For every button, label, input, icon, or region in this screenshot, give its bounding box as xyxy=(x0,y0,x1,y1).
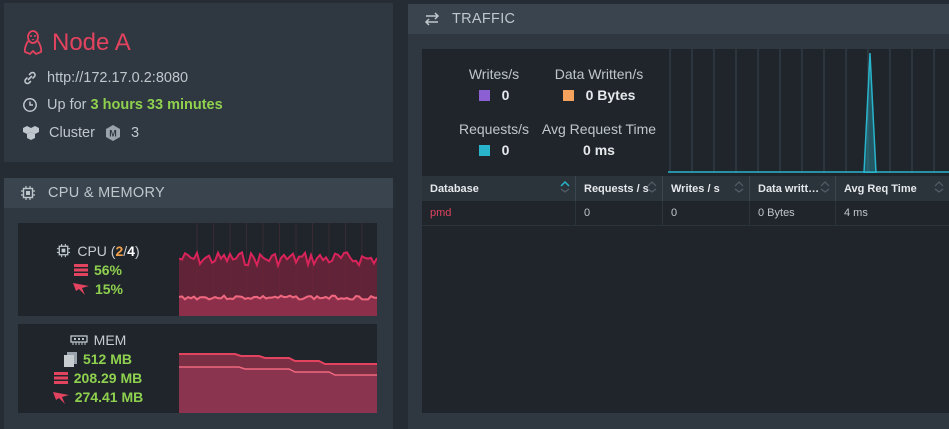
copy-files-icon xyxy=(63,351,77,367)
cpu-label-block: CPU (2/4) 56% 15% xyxy=(18,223,178,316)
traffic-panel: TRAFFIC Writes/s 0 Data Written/s 0 Byte… xyxy=(408,4,949,429)
col-data-written[interactable]: Data writt… xyxy=(750,176,836,201)
cpu-count-line: CPU (2/4) xyxy=(56,242,140,259)
uptime-prefix: Up for xyxy=(47,97,87,113)
writes-swatch xyxy=(478,89,490,101)
cell-database[interactable]: pmd xyxy=(422,201,576,225)
avg-time-value: 0 ms xyxy=(583,142,615,158)
data-written-stat: Data Written/s 0 Bytes xyxy=(534,66,664,103)
col-database[interactable]: Database xyxy=(422,176,576,201)
svg-text:M: M xyxy=(109,129,117,139)
avg-time-stat: Avg Request Time 0 ms xyxy=(524,121,674,158)
traffic-body: Writes/s 0 Data Written/s 0 Bytes Reques… xyxy=(422,49,949,413)
database-traffic-table: Database Requests / s Writes / s Data wr… xyxy=(422,176,949,226)
node-info-panel: Node A http://172.17.0.2:8080 Up for 3 h… xyxy=(4,3,393,162)
cell-avg-req-time: 4 ms xyxy=(844,207,868,219)
cpu-chip-icon xyxy=(56,243,71,258)
cpu-close: ) xyxy=(134,242,140,259)
cluster-icon xyxy=(22,125,40,141)
data-written-label: Data Written/s xyxy=(554,66,644,82)
mem-usage-chart xyxy=(179,324,377,413)
col-data-written-label: Data writt… xyxy=(758,182,820,195)
mem-used: 208.29 MB xyxy=(73,370,143,386)
cpu-metric-box: CPU (2/4) 56% 15% xyxy=(18,223,379,316)
node-title: Node A xyxy=(22,29,131,57)
writes-label: Writes/s xyxy=(468,66,520,82)
link-icon xyxy=(22,70,38,86)
mem-total-line: 512 MB xyxy=(63,351,133,367)
linux-tux-icon xyxy=(22,30,44,56)
traffic-chart xyxy=(668,49,949,174)
mem-process-line: 274.41 MB xyxy=(52,389,144,405)
cpu-process-pct: 15% xyxy=(94,280,124,297)
exchange-arrows-icon xyxy=(424,12,440,26)
col-requests-label: Requests / s xyxy=(584,182,649,195)
cluster-row: Cluster M 3 xyxy=(22,124,139,142)
col-database-label: Database xyxy=(430,182,479,195)
col-avg-req-time-label: Avg Req Time xyxy=(844,182,917,195)
table-header-row: Database Requests / s Writes / s Data wr… xyxy=(422,176,949,201)
col-writes-label: Writes / s xyxy=(671,182,720,195)
uptime-value: 3 hours 33 minutes xyxy=(90,97,223,113)
cpu-stack-pct: 56% xyxy=(93,261,123,278)
cpu-total-cores: 4 xyxy=(127,242,135,259)
writes-value: 0 xyxy=(501,87,510,103)
data-written-value: 0 Bytes xyxy=(585,87,636,103)
node-url-link[interactable]: http://172.17.0.2:8080 xyxy=(47,70,188,86)
memory-module-icon xyxy=(70,334,88,346)
cell-data-written: 0 Bytes xyxy=(750,201,836,225)
mem-used-line: 208.29 MB xyxy=(53,370,143,386)
cpu-label: CPU ( xyxy=(77,242,116,259)
mem-total: 512 MB xyxy=(82,351,133,367)
cpu-memory-title: CPU & MEMORY xyxy=(48,185,165,201)
traffic-stats: Writes/s 0 Data Written/s 0 Bytes Reques… xyxy=(422,49,666,173)
col-writes[interactable]: Writes / s xyxy=(663,176,750,201)
cpu-memory-header: CPU & MEMORY xyxy=(4,178,393,208)
sort-asc-icon[interactable] xyxy=(560,180,570,196)
cell-requests: 0 xyxy=(576,201,663,225)
cluster-count: 3 xyxy=(130,125,140,141)
cpu-usage-chart xyxy=(178,223,379,316)
mem-title-line: MEM xyxy=(70,332,127,348)
chip-icon xyxy=(20,185,36,201)
cluster-label: Cluster xyxy=(49,125,95,141)
cell-writes: 0 xyxy=(663,201,750,225)
uptime-row: Up for 3 hours 33 minutes xyxy=(22,97,223,113)
clock-icon xyxy=(22,97,38,113)
raven-icon xyxy=(52,391,69,404)
server-stack-icon xyxy=(53,372,68,384)
server-stack-icon xyxy=(73,263,88,276)
requests-swatch xyxy=(478,144,490,156)
sort-icon[interactable] xyxy=(734,181,744,196)
avg-time-label: Avg Request Time xyxy=(541,121,657,137)
traffic-header: TRAFFIC xyxy=(408,4,949,34)
requests-label: Requests/s xyxy=(458,121,530,137)
node-name: Node A xyxy=(52,29,131,56)
table-row[interactable]: pmd 0 0 0 Bytes 4 ms xyxy=(422,201,949,226)
mem-metric-box: MEM 512 MB 208.29 MB 274.41 MB xyxy=(18,324,377,413)
requests-value: 0 xyxy=(501,142,510,158)
traffic-title: TRAFFIC xyxy=(452,11,516,27)
raven-icon xyxy=(72,282,89,295)
data-written-swatch xyxy=(562,89,574,101)
sort-icon[interactable] xyxy=(820,181,830,196)
mem-process: 274.41 MB xyxy=(74,389,144,405)
cpu-memory-panel: CPU & MEMORY CPU (2/4) 56% 15% MEM 512 M… xyxy=(4,178,393,429)
sort-icon[interactable] xyxy=(647,181,657,196)
cpu-process-line: 15% xyxy=(72,280,124,297)
node-url-row: http://172.17.0.2:8080 xyxy=(22,70,188,86)
col-avg-req-time[interactable]: Avg Req Time xyxy=(836,176,949,201)
cpu-stack-line: 56% xyxy=(73,261,123,278)
m-badge-icon: M xyxy=(104,124,122,142)
sort-icon[interactable] xyxy=(934,181,944,196)
col-requests[interactable]: Requests / s xyxy=(576,176,663,201)
mem-label-block: MEM 512 MB 208.29 MB 274.41 MB xyxy=(18,324,178,413)
mem-label: MEM xyxy=(93,332,127,348)
